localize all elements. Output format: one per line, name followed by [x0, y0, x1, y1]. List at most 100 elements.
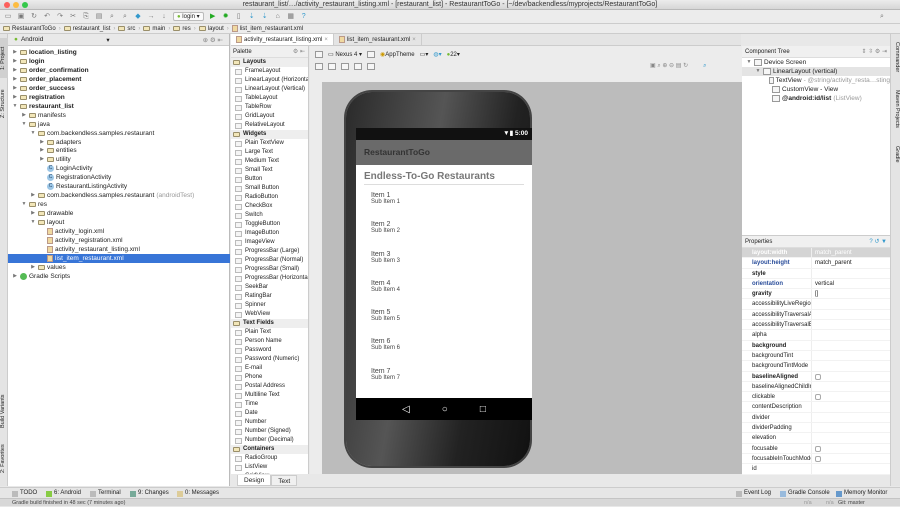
property-row[interactable]: contentDescription: [742, 402, 890, 413]
expanded-arrow-icon[interactable]: ▼: [30, 218, 36, 227]
palette-item[interactable]: ToggleButton: [231, 220, 308, 229]
palette-item[interactable]: Number: [231, 418, 308, 427]
breadcrumb-item[interactable]: main: [143, 26, 165, 32]
palette-item[interactable]: Date: [231, 409, 308, 418]
tree-item[interactable]: ▶ registration: [12, 93, 65, 102]
orientation-icon[interactable]: [367, 50, 376, 58]
collapsed-arrow-icon[interactable]: ▶: [30, 191, 36, 200]
redo-icon[interactable]: ↷: [56, 13, 64, 21]
tree-item[interactable]: C RestaurantListingActivity: [39, 182, 127, 191]
properties-actions-icon[interactable]: ? ↺ ▼: [869, 238, 887, 245]
zoom-window-button[interactable]: [22, 2, 28, 8]
tree-item[interactable]: ▶ entities: [39, 146, 77, 155]
component-tree-item[interactable]: ▼ LinearLayout (vertical): [742, 67, 890, 76]
property-row[interactable]: id: [742, 464, 890, 475]
list-item[interactable]: Item 3 Sub Item 3: [364, 251, 524, 280]
collapsed-arrow-icon[interactable]: ▶: [12, 272, 18, 281]
open-icon[interactable]: ▭: [4, 13, 12, 21]
property-value[interactable]: [812, 413, 815, 422]
palette-item[interactable]: GridLayout: [231, 112, 308, 121]
collapsed-arrow-icon[interactable]: ▶: [21, 111, 27, 120]
dropdown-icon[interactable]: ▾: [106, 36, 109, 44]
palette-item[interactable]: Password: [231, 346, 308, 355]
collapsed-arrow-icon[interactable]: ▶: [12, 48, 18, 57]
activity-select[interactable]: ▭▾: [420, 51, 429, 58]
help-icon[interactable]: ?: [300, 13, 308, 21]
palette-item[interactable]: LinearLayout (Horizontal): [231, 76, 308, 85]
sync-icon[interactable]: ↻: [30, 13, 38, 21]
collapsed-arrow-icon[interactable]: ▶: [12, 84, 18, 93]
tree-item[interactable]: ▼ layout: [30, 218, 65, 227]
property-row[interactable]: background: [742, 340, 890, 351]
collapsed-arrow-icon[interactable]: ▶: [12, 57, 18, 66]
expanded-arrow-icon[interactable]: ▼: [21, 200, 27, 209]
palette-item[interactable]: Spinner: [231, 301, 308, 310]
list-item[interactable]: Item 4 Sub Item 4: [364, 280, 524, 309]
property-row[interactable]: accessibilityLiveRegion: [742, 299, 890, 310]
breadcrumb-item[interactable]: res: [173, 26, 191, 32]
palette-item[interactable]: Large Text: [231, 148, 308, 157]
close-window-button[interactable]: [4, 2, 10, 8]
property-row[interactable]: accessibilityTraversalBefore: [742, 320, 890, 331]
palette-item[interactable]: Number (Decimal): [231, 436, 308, 445]
property-value[interactable]: match_parent: [812, 258, 852, 267]
layout-icon[interactable]: [328, 62, 336, 70]
paste-icon[interactable]: ▤: [95, 13, 103, 21]
gradle-tool-tab[interactable]: Gradle: [892, 146, 900, 176]
list-item[interactable]: Item 7 Sub Item 7: [364, 368, 524, 397]
ddms-icon[interactable]: ▦: [287, 13, 295, 21]
property-row[interactable]: divider: [742, 412, 890, 424]
palette-item[interactable]: Multiline Text: [231, 391, 308, 400]
palette-item[interactable]: Small Button: [231, 184, 308, 193]
cut-icon[interactable]: ✂: [69, 13, 77, 21]
zoom-icon[interactable]: ⌕: [703, 63, 706, 70]
tree-item[interactable]: ▶ order_success: [12, 84, 75, 93]
expanded-arrow-icon[interactable]: ▼: [21, 120, 27, 129]
tree-item[interactable]: list_item_restaurant.xml: [8, 253, 230, 263]
project-view-select[interactable]: Android: [21, 36, 43, 43]
forward-icon[interactable]: →: [147, 13, 155, 21]
tree-item[interactable]: activity_registration.xml: [39, 236, 123, 245]
maven-tool-tab[interactable]: Maven Projects: [892, 90, 900, 136]
property-value[interactable]: [812, 330, 815, 339]
checkbox[interactable]: [815, 445, 821, 452]
device-select[interactable]: ▭ Nexus 4 ▾: [328, 51, 362, 58]
tree-item[interactable]: activity_login.xml: [39, 227, 104, 236]
palette-item[interactable]: CheckBox: [231, 202, 308, 211]
palette-category[interactable]: Widgets: [231, 130, 308, 139]
property-row[interactable]: baselineAlignedChildIndex: [742, 381, 890, 393]
checkbox[interactable]: [815, 373, 821, 380]
tree-item[interactable]: ▶ values: [30, 263, 66, 272]
palette-item[interactable]: Phone: [231, 373, 308, 382]
property-row[interactable]: gravity[]: [742, 289, 890, 300]
property-value[interactable]: [812, 444, 821, 453]
run-configuration-select[interactable]: ● login ▾: [173, 12, 204, 21]
palette-item[interactable]: RadioButton: [231, 193, 308, 202]
theme-select[interactable]: ◉AppTheme: [380, 51, 415, 58]
palette-item[interactable]: ProgressBar (Horizontal): [231, 274, 308, 283]
breadcrumb-item[interactable]: list_item_restaurant.xml: [231, 25, 303, 32]
property-value[interactable]: [812, 351, 815, 360]
list-item[interactable]: Item 5 Sub Item 5: [364, 309, 524, 338]
avd-manager-icon[interactable]: ⇣: [261, 13, 269, 21]
project-structure-icon[interactable]: ⌂: [274, 13, 282, 21]
palette-item[interactable]: RadioGroup: [231, 454, 308, 463]
breadcrumb-item[interactable]: restaurant_list: [63, 26, 110, 32]
property-row[interactable]: orientation vertical: [742, 278, 890, 290]
api-level-select[interactable]: ●22▾: [447, 51, 460, 58]
tree-item[interactable]: ▼ res: [21, 200, 48, 209]
tree-item[interactable]: ▼ com.backendless.samples.restaurant: [30, 129, 155, 138]
property-value[interactable]: [812, 341, 815, 350]
locale-select[interactable]: ◍▾: [433, 51, 441, 58]
property-row[interactable]: focusable: [742, 443, 890, 454]
property-value[interactable]: [812, 454, 821, 463]
tab-text[interactable]: Text: [271, 475, 298, 486]
property-row[interactable]: clickable: [742, 392, 890, 403]
save-icon[interactable]: ▣: [17, 13, 25, 21]
editor-tab[interactable]: activity_restaurant_listing.xml ×: [231, 34, 334, 45]
property-value[interactable]: [812, 372, 821, 381]
property-value[interactable]: [812, 423, 815, 432]
breadcrumb-item[interactable]: src: [118, 26, 135, 32]
palette-item[interactable]: Button: [231, 175, 308, 184]
collapsed-arrow-icon[interactable]: ▶: [30, 209, 36, 218]
